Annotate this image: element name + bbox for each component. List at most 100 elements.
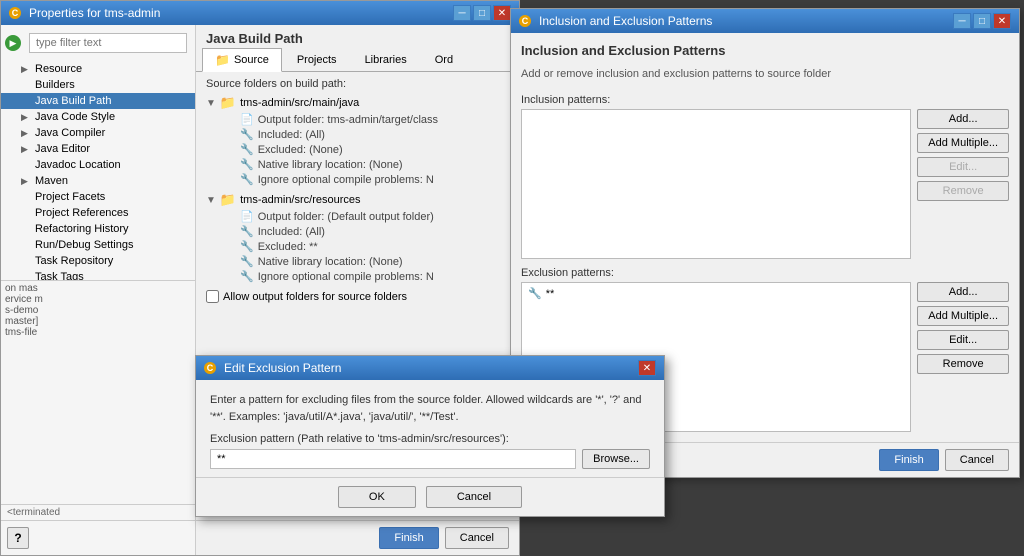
minimize-button[interactable]: ─	[453, 5, 471, 21]
sidebar-item-project-facets[interactable]: Project Facets	[1, 189, 195, 205]
tab-label: Libraries	[365, 54, 407, 66]
child-label: Ignore optional compile problems: N	[258, 271, 434, 283]
folder-icon-2: 📁	[220, 192, 236, 208]
sidebar-item-run-debug[interactable]: Run/Debug Settings	[1, 237, 195, 253]
sidebar-item-task-tags[interactable]: Task Tags	[1, 269, 195, 280]
edit-dialog-description: Enter a pattern for excluding files from…	[210, 392, 650, 425]
expand-icon: ▶	[21, 64, 31, 75]
finish-button[interactable]: Finish	[379, 527, 438, 549]
tab-source[interactable]: 📁 Source	[202, 48, 282, 72]
patterns-cancel-button[interactable]: Cancel	[945, 449, 1009, 471]
sidebar-item-label: Java Editor	[35, 143, 90, 155]
ignore-icon: 🔧	[240, 173, 254, 186]
expand-icon	[21, 96, 31, 106]
source-children-2: 📄 Output folder: (Default output folder)…	[216, 209, 509, 284]
sidebar-item-builders[interactable]: Builders	[1, 77, 195, 93]
edit-cancel-button[interactable]: Cancel	[426, 486, 522, 508]
console-item: master]	[5, 316, 191, 327]
tab-label: Ord	[435, 54, 453, 66]
child-label: Output folder: tms-admin/target/class	[258, 114, 438, 126]
terminated-label: <terminated	[7, 507, 60, 518]
sidebar-item-label: Java Build Path	[35, 95, 111, 107]
child-row: 🔧 Excluded: **	[216, 239, 509, 254]
expand-icon	[21, 160, 31, 170]
edit-dialog-close[interactable]: ✕	[638, 360, 656, 376]
inclusion-edit-button[interactable]: Edit...	[917, 157, 1009, 177]
inclusion-side-buttons: Add... Add Multiple... Edit... Remove	[917, 109, 1009, 259]
child-label: Excluded: (None)	[258, 144, 343, 156]
tab-libraries[interactable]: Libraries	[352, 48, 420, 71]
child-label: Native library location: (None)	[258, 256, 403, 268]
sidebar-tree: ▶ Resource Builders Java Build Path ▶ Ja…	[1, 61, 195, 280]
patterns-titlebar: C Inclusion and Exclusion Patterns ─ □ ✕	[511, 9, 1019, 33]
sidebar-item-java-editor[interactable]: ▶ Java Editor	[1, 141, 195, 157]
excluded-icon: 🔧	[240, 143, 254, 156]
included-icon-2: 🔧	[240, 225, 254, 238]
patterns-maximize[interactable]: □	[973, 13, 991, 29]
sidebar-item-java-code-style[interactable]: ▶ Java Code Style	[1, 109, 195, 125]
sidebar-item-java-build-path[interactable]: Java Build Path	[1, 93, 195, 109]
expand-icon: ▶	[21, 144, 31, 155]
browse-button[interactable]: Browse...	[582, 449, 650, 469]
exclusion-add-multiple-button[interactable]: Add Multiple...	[917, 306, 1009, 326]
child-row: 📄 Output folder: (Default output folder)	[216, 209, 509, 224]
exclusion-edit-button[interactable]: Edit...	[917, 330, 1009, 350]
allow-output-row: Allow output folders for source folders	[206, 290, 509, 303]
patterns-finish-button[interactable]: Finish	[879, 449, 938, 471]
exclusion-add-button[interactable]: Add...	[917, 282, 1009, 302]
sidebar-item-label: Javadoc Location	[35, 159, 121, 171]
run-button[interactable]: ▶	[5, 35, 21, 51]
patterns-minimize[interactable]: ─	[953, 13, 971, 29]
child-label: Included: (All)	[258, 129, 325, 141]
sidebar-item-java-compiler[interactable]: ▶ Java Compiler	[1, 125, 195, 141]
exclusion-side-buttons: Add... Add Multiple... Edit... Remove	[917, 282, 1009, 432]
content-header: Java Build Path	[196, 25, 519, 48]
inclusion-remove-button[interactable]: Remove	[917, 181, 1009, 201]
sidebar-item-task-repository[interactable]: Task Repository	[1, 253, 195, 269]
sidebar-item-label: Resource	[35, 63, 82, 75]
inclusion-panel: Add... Add Multiple... Edit... Remove	[521, 109, 1009, 259]
tab-order[interactable]: Ord	[422, 48, 466, 71]
sidebar-item-label: Project Facets	[35, 191, 105, 203]
sidebar-item-refactoring[interactable]: Refactoring History	[1, 221, 195, 237]
inclusion-section: Inclusion patterns: Add... Add Multiple.…	[521, 94, 1009, 259]
exclusion-item-icon: 🔧	[528, 287, 542, 300]
cancel-button[interactable]: Cancel	[445, 527, 509, 549]
sidebar: ▶ ▶ Resource Builders Java Build Path ▶	[1, 25, 196, 555]
sidebar-item-maven[interactable]: ▶ Maven	[1, 173, 195, 189]
sidebar-item-javadoc[interactable]: Javadoc Location	[1, 157, 195, 173]
exclusion-label: Exclusion patterns:	[521, 267, 1009, 279]
patterns-close[interactable]: ✕	[993, 13, 1011, 29]
exclusion-remove-button[interactable]: Remove	[917, 354, 1009, 374]
child-label: Native library location: (None)	[258, 159, 403, 171]
sidebar-item-label: Java Code Style	[35, 111, 115, 123]
sidebar-item-project-references[interactable]: Project References	[1, 205, 195, 221]
expand-icon	[21, 208, 31, 218]
child-row: 📄 Output folder: tms-admin/target/class	[216, 112, 509, 127]
help-button[interactable]: ?	[7, 527, 29, 549]
terminated-bar: <terminated	[1, 504, 195, 520]
close-button[interactable]: ✕	[493, 5, 511, 21]
inclusion-add-button[interactable]: Add...	[917, 109, 1009, 129]
exclusion-pattern-input[interactable]	[210, 449, 576, 469]
expand-icon	[21, 272, 31, 280]
expand-icon: ▶	[21, 176, 31, 187]
sidebar-item-resource[interactable]: ▶ Resource	[1, 61, 195, 77]
edit-ok-button[interactable]: OK	[338, 486, 416, 508]
source-node-2: ▼ 📁 tms-admin/src/resources 📄 Output fol…	[206, 191, 509, 284]
filter-input[interactable]	[29, 33, 187, 53]
allow-output-checkbox[interactable]	[206, 290, 219, 303]
maximize-button[interactable]: □	[473, 5, 491, 21]
sidebar-item-label: Builders	[35, 79, 75, 91]
patterns-window-icon: C	[519, 15, 531, 27]
sidebar-item-label: Task Repository	[35, 255, 113, 267]
child-label: Output folder: (Default output folder)	[258, 211, 434, 223]
sidebar-item-label: Run/Debug Settings	[35, 239, 133, 251]
tab-projects[interactable]: Projects	[284, 48, 350, 71]
inclusion-add-multiple-button[interactable]: Add Multiple...	[917, 133, 1009, 153]
exclusion-list-item[interactable]: 🔧 **	[524, 285, 908, 302]
sidebar-item-label: Project References	[35, 207, 129, 219]
patterns-window-controls: ─ □ ✕	[953, 13, 1011, 29]
properties-titlebar: C Properties for tms-admin ─ □ ✕	[1, 1, 519, 25]
child-row: 🔧 Excluded: (None)	[216, 142, 509, 157]
